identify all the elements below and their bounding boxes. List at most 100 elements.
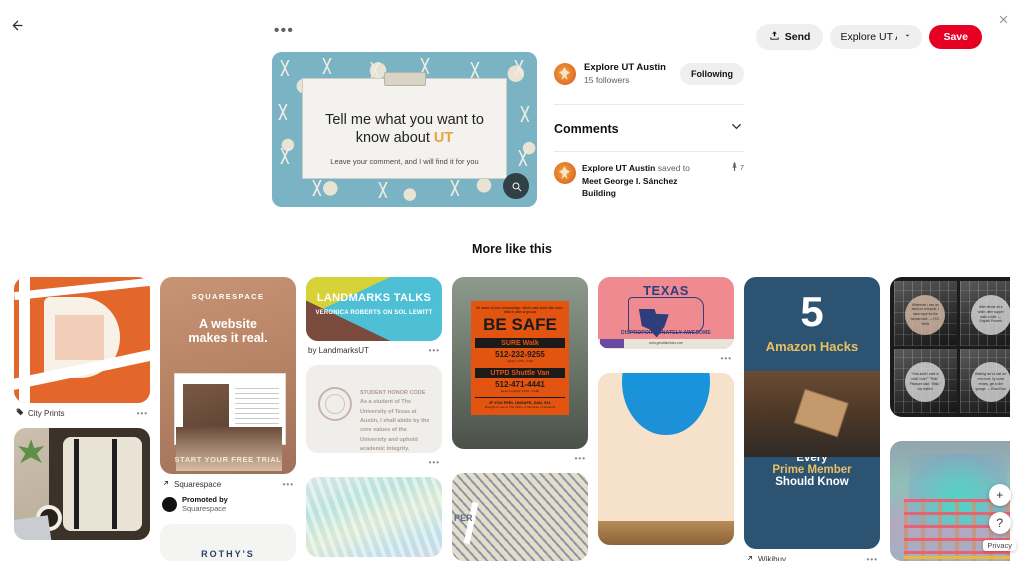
squarespace-cta: START YOUR FREE TRIAL	[174, 455, 282, 464]
iridescent-ceiling-art	[306, 477, 442, 557]
pin-card-city-prints[interactable]: City Prints •••	[14, 277, 150, 418]
grid-column: LANDMARKS TALKS VERONICA ROBERTS ON SOL …	[306, 277, 442, 561]
creator-name: Explore UT Austin	[584, 62, 666, 73]
pinterest-avatar-icon[interactable]	[554, 162, 576, 185]
poster-footer-fine: Brought to you by The Office of the Dean…	[484, 405, 556, 410]
pin-card-squarespace-ad[interactable]: SQUARESPACE A website makes it real. STA…	[160, 277, 296, 514]
pin-card-more-button[interactable]: •••	[283, 480, 294, 489]
poster-hours-2: piece 9 (nightly 6 PM - 3 AM)	[500, 389, 540, 394]
pin-card-source[interactable]: Squarespace	[174, 480, 221, 489]
pin-card-amazon-hacks[interactable]: 5 Amazon Hacks Every Prime Member Should…	[744, 277, 880, 561]
leaf-icon	[468, 62, 482, 78]
blue-arch-art	[598, 373, 734, 545]
chevron-down-icon[interactable]	[729, 119, 744, 139]
package-photo	[744, 371, 880, 457]
leaf-icon	[518, 106, 532, 122]
pin-card-more-button[interactable]: •••	[429, 346, 440, 355]
headline-line-2: makes it real.	[188, 331, 268, 346]
pin-card-image[interactable]	[14, 277, 150, 403]
creator-row[interactable]: Explore UT Austin 15 followers Following	[554, 62, 744, 86]
pin-card-image[interactable]: TEXAS DISPROPORTIONATELY AWESOME www.gre…	[598, 277, 734, 349]
pin-image[interactable]: Tell me what you want to know about UT L…	[272, 52, 537, 207]
pin-card-source[interactable]: by LandmarksUT	[308, 346, 369, 355]
leaf-icon	[448, 180, 462, 196]
quote-disk: After dinner sit a while, after supper w…	[970, 294, 1010, 335]
pinterest-avatar-icon[interactable]	[554, 63, 576, 86]
pin-card-image[interactable]: Whenever I see an adult on a bicycle, I …	[890, 277, 1010, 417]
pin-card-image[interactable]: Be aware of your surroundings • Never wa…	[452, 277, 588, 449]
texas-title: TEXAS	[643, 282, 689, 298]
pin-sidebar: Explore UT Austin 15 followers Following…	[554, 62, 744, 199]
amazon-hacks-art: 5 Amazon Hacks Every Prime Member Should…	[744, 277, 880, 549]
pin-card-more-button[interactable]: •••	[429, 458, 440, 467]
external-link-icon	[162, 479, 170, 489]
pin-subline: Leave your comment, and I will find it f…	[330, 157, 479, 166]
pin-card-landmarks[interactable]: LANDMARKS TALKS VERONICA ROBERTS ON SOL …	[306, 277, 442, 355]
pin-inner-card: Tell me what you want to know about UT L…	[302, 72, 507, 179]
poster-service-1: SURE Walk	[475, 338, 565, 349]
model-photo	[176, 427, 282, 471]
squarespace-ad-art: SQUARESPACE A website makes it real. STA…	[160, 277, 296, 474]
pin-card-vintage-map[interactable]: PER	[452, 473, 588, 561]
pin-card-source[interactable]: City Prints	[28, 409, 64, 418]
stadium-map-art	[14, 277, 150, 403]
pin-card-more-button[interactable]: •••	[721, 354, 732, 363]
pin-card-more-button[interactable]: •••	[867, 555, 878, 561]
pin-card-image[interactable]: SQUARESPACE A website makes it real. STA…	[160, 277, 296, 474]
laptop-icon	[14, 514, 52, 540]
pin-card-image[interactable]: STUDENT HONOR CODE As a student of The U…	[306, 365, 442, 453]
advertiser-avatar	[162, 496, 177, 512]
amazon-footer-3: Should Know	[775, 476, 849, 488]
pin-headline-main: Tell me what you want to know about	[325, 112, 484, 147]
grid-column: TEXAS DISPROPORTIONATELY AWESOME www.gre…	[598, 277, 734, 561]
pin-card-be-safe[interactable]: Be aware of your surroundings • Never wa…	[452, 277, 588, 463]
plant-icon	[18, 439, 45, 464]
pin-more-options-button[interactable]: •••	[274, 23, 294, 38]
help-button[interactable]: ?	[988, 512, 1011, 534]
leaf-icon	[320, 58, 334, 74]
pin-card-footer: •••	[452, 449, 588, 463]
zoom-in-button[interactable]: +	[988, 484, 1011, 506]
clip-icon	[383, 72, 426, 86]
pin-card-rothys[interactable]: ROTHY'S	[160, 523, 296, 561]
visual-search-button[interactable]	[503, 173, 529, 199]
pin-card-footer: •••	[306, 453, 442, 467]
texas-subtitle: DISPROPORTIONATELY AWESOME	[621, 330, 711, 337]
poster: Be aware of your surroundings • Never wa…	[471, 301, 569, 415]
leaf-icon	[516, 150, 530, 166]
quote-cell: Walking isn't a lost art: one must, by s…	[959, 348, 1010, 413]
privacy-link[interactable]: Privacy	[983, 540, 1016, 551]
pin-card-image[interactable]: 5 Amazon Hacks Every Prime Member Should…	[744, 277, 880, 549]
pin-card-flatlay[interactable]	[14, 428, 150, 540]
comment-user: Explore UT Austin	[582, 163, 656, 174]
pin-card-quote-grid[interactable]: Whenever I see an adult on a bicycle, I …	[890, 277, 1010, 431]
grid-column: Be aware of your surroundings • Never wa…	[452, 277, 588, 561]
quote-window-grid-art: Whenever I see an adult on a bicycle, I …	[890, 277, 1010, 417]
rothys-logo: ROTHY'S	[201, 548, 255, 559]
pin-card-honor-code[interactable]: STUDENT HONOR CODE As a student of The U…	[306, 365, 442, 467]
promoted-row[interactable]: Promoted by Squarespace	[160, 489, 296, 514]
comment-item: Explore UT Austin saved to Meet George I…	[554, 162, 744, 199]
pin-card-blue-arch[interactable]	[598, 373, 734, 545]
pin-card-more-button[interactable]: •••	[575, 454, 586, 463]
pin-card-source[interactable]: Wikibuy	[758, 555, 786, 561]
following-button[interactable]: Following	[680, 63, 744, 86]
vintage-map-art: PER	[452, 473, 588, 561]
comment-save-count: 7	[731, 162, 744, 173]
pin-headline: Tell me what you want to know about UT	[319, 111, 490, 147]
external-link-icon	[746, 554, 754, 561]
grid-column: City Prints •••	[14, 277, 150, 561]
amazon-footer-2: Prime Member	[772, 464, 852, 476]
landmarks-subtitle: VERONICA ROBERTS ON SOL LEWITT	[315, 310, 433, 317]
leaf-icon	[276, 104, 290, 120]
pin-card-more-button[interactable]: •••	[137, 409, 148, 418]
pin-card-texas-postcard[interactable]: TEXAS DISPROPORTIONATELY AWESOME www.gre…	[598, 277, 734, 363]
squarespace-headline: A website makes it real.	[168, 317, 288, 346]
publisher-logo	[600, 339, 624, 348]
poster-phone-2: 512-471-4441	[495, 380, 545, 390]
leaf-icon	[278, 148, 292, 164]
pin-card-footer: City Prints •••	[14, 403, 150, 418]
pin-card-image[interactable]: LANDMARKS TALKS VERONICA ROBERTS ON SOL …	[306, 277, 442, 341]
pin-icon	[731, 162, 738, 173]
pin-card-iridescent[interactable]	[306, 477, 442, 557]
